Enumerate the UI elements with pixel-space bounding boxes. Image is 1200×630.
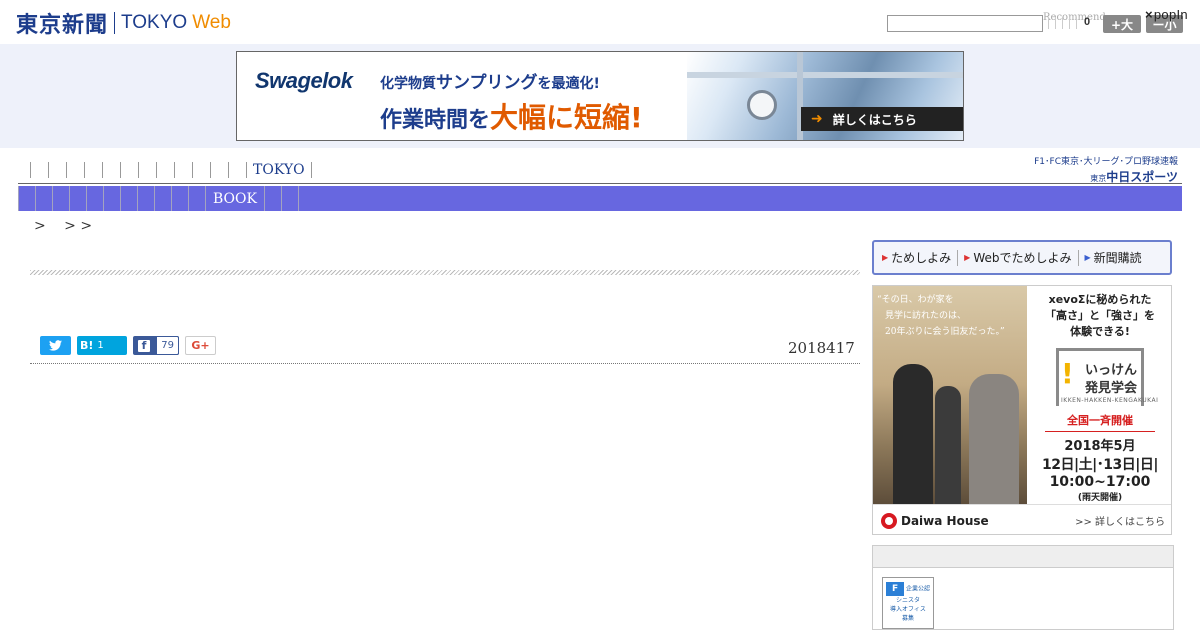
top-bar: 東京新聞 TOKYO Web Recommend 0 +大 ー小 ×popIn [0,0,1200,44]
daiwa-logo-icon [881,512,897,529]
hatena-bookmark-button[interactable]: B! 1 [77,336,127,355]
trial-read-link[interactable]: ▶ ためしよみ [882,249,951,266]
facebook-share-button[interactable]: f 79 [133,336,179,355]
side-ad-daiwa[interactable]: “その日、わが家を 見学に訪れたのは、 20年ぶりに会う旧友だった。” xevo… [872,285,1172,535]
ad-headline: xevoΣに秘められた 「高さ」と「強さ」を 体験できる! [1045,293,1155,338]
subscription-bar: ▶ ためしよみ ▶ Webでためしよみ ▶ 新聞購読 [872,240,1172,275]
secondary-nav: BOOK [18,186,1182,211]
ad-cta-button[interactable]: ➜ 詳しくはこちら [801,107,963,131]
event-badge: ! いっけん 発見学会 IKKEN-HAKKEN-KENGAKUKAI [1056,348,1158,406]
subscribe-link[interactable]: ▶ 新聞購読 [1085,249,1142,266]
nav-divider [18,183,1182,184]
triangle-right-icon: ▶ [964,253,971,262]
article-title-rule [30,270,860,275]
chunichi-tagline: F1･FC東京･大リーグ･プロ野球速報 [1034,157,1178,167]
ad-headline-1: 化学物質サンプリングを最適化! [380,73,600,93]
web-trial-read-link[interactable]: ▶ Webでためしよみ [964,249,1071,266]
recommend-count: 0 [1084,16,1091,28]
font-larger-button[interactable]: +大 [1103,15,1141,33]
logo-en: TOKYO [121,12,188,33]
event-time: 10:00~17:00 [1049,474,1151,490]
primary-nav: TOKYO [30,160,312,180]
hatena-count: 1 [97,340,104,351]
site-logo[interactable]: 東京新聞 TOKYO Web [16,9,231,38]
logo-divider [114,12,116,34]
facebook-icon: f [138,339,150,352]
ad-more-link[interactable]: >> 詳しくはこちら [1075,513,1165,528]
hatena-icon: B! [80,339,94,352]
ad-event-info: xevoΣに秘められた 「高さ」と「強さ」を 体験できる! ! いっけん 発見学… [1027,286,1171,504]
recommend-ticks [1048,17,1077,29]
close-icon[interactable]: × [1145,7,1153,22]
ad-footer: Daiwa House >> 詳しくはこちら [873,504,1171,534]
event-nationwide: 全国一斉開催 [1067,414,1133,427]
ad-brand-logo: Swagelok [255,68,353,93]
logo-jp: 東京新聞 [16,13,109,38]
nav-item-tokyo[interactable]: TOKYO [247,162,311,178]
twitter-share-button[interactable] [40,336,71,355]
triangle-right-icon: ▶ [1084,253,1091,262]
event-rain-note: (雨天開催) [1077,493,1123,503]
google-plus-button[interactable]: G+ [185,336,216,355]
facebook-count: 79 [156,336,179,355]
ad-people-photo: “その日、わが家を 見学に訪れたのは、 20年ぶりに会う旧友だった。” [873,286,1027,504]
logo-web: Web [192,12,231,33]
ad-cta-label: 詳しくはこちら [832,112,917,127]
chunichi-sports-link[interactable]: F1･FC東京･大リーグ･プロ野球速報 東京中日スポーツ [1025,154,1178,185]
popin-close[interactable]: ×popIn [1145,7,1188,22]
article-date: 2018417 [788,339,855,357]
side-box-header [873,546,1173,568]
daiwa-house-logo: Daiwa House [881,512,989,529]
flag-icon: F [886,582,905,596]
popin-label: popIn [1153,7,1188,22]
event-month: 2018年5月 [1064,439,1136,454]
exclamation-icon: ! [1061,357,1074,390]
ad-quote: “その日、わが家を 見学に訪れたのは、 20年ぶりに会う旧友だった。” [877,295,1005,337]
side-box: F 企業公認 シニスタ 導入オフィス 募集 [872,545,1174,630]
event-days: 12日|土|･13日|日| [1042,457,1158,473]
arrow-right-icon: ➜ [811,111,823,127]
senior-office-badge[interactable]: F 企業公認 シニスタ 導入オフィス 募集 [882,577,934,629]
breadcrumb[interactable]: > > > [34,215,92,235]
ad-headline-2: 作業時間を大幅に短縮! [380,101,643,134]
gauge-icon [747,90,777,120]
chunichi-logo: 東京中日スポーツ [1090,170,1178,184]
search-input[interactable] [887,15,1043,32]
top-banner-ad[interactable]: Swagelok 化学物質サンプリングを最適化! 作業時間を大幅に短縮! ➜ 詳… [236,51,964,141]
triangle-right-icon: ▶ [882,253,889,262]
twitter-icon [49,340,62,351]
article-divider [30,363,860,364]
nav-item-book[interactable]: BOOK [206,191,264,207]
